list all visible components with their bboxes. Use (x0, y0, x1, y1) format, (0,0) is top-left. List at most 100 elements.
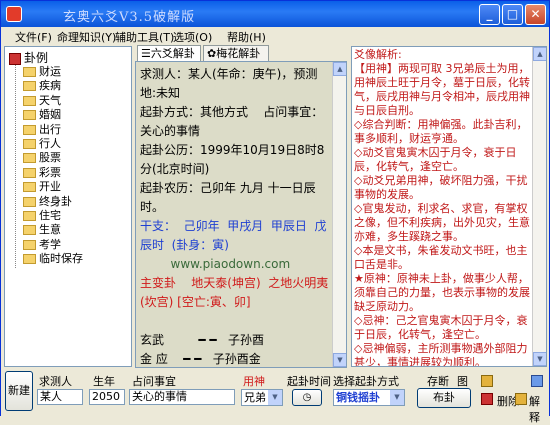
folder-icon (23, 239, 36, 250)
tree-item-label: 彩票 (39, 165, 61, 179)
year-label: 生年 (93, 375, 115, 388)
tree-item-label: 股票 (39, 151, 61, 165)
result-line: 干支： 己卯年 甲戌月 甲辰日 戊辰时 (卦身：寅) (140, 219, 327, 252)
book-icon (9, 52, 21, 65)
tree-root[interactable]: 卦例 (9, 49, 48, 66)
question-input[interactable]: 关心的事情 (129, 389, 235, 405)
explain-icon[interactable] (515, 393, 527, 405)
middle-scrollbar[interactable]: ▲ ▼ (332, 62, 346, 367)
folder-icon (23, 95, 36, 106)
scroll-up-icon[interactable]: ▲ (533, 47, 546, 61)
window-title: 玄奥六爻V3.5破解版 (63, 10, 196, 25)
tree-item[interactable]: 住宅 (23, 209, 61, 223)
yongshen-label: 用神 (243, 375, 265, 388)
tree-item[interactable]: 生意 (23, 223, 61, 237)
result-line: 起卦农历：己卯年 九月 十一日辰时。 (140, 181, 316, 214)
tree-item-label: 天气 (39, 93, 61, 107)
tree-item[interactable]: 财运 (23, 65, 61, 79)
main-window: 玄奥六爻V3.5破解版 _ □ ✕ 文件(F) 命理知识(Y) 辅助工具(T) … (0, 0, 550, 424)
new-button[interactable]: 新建 (5, 371, 33, 411)
result-line: 求测人：某人(年命：庚午)，预测地:未知 (140, 67, 318, 100)
yongshen-value: 兄弟 (244, 391, 266, 404)
tree-item[interactable]: 疾病 (23, 79, 61, 93)
method-label: 选择起卦方式 (333, 375, 399, 388)
folder-icon[interactable] (481, 375, 493, 387)
result-line: 起卦方式：其他方式 占问事宜：关心的事情 (140, 105, 324, 138)
maximize-button[interactable]: □ (502, 4, 523, 25)
analysis-line: ◇忌神偏弱，主所测事物遇外部阻力甚少，事情进展较为顺利。 (354, 342, 528, 367)
tree-item[interactable]: 终身卦 (23, 195, 72, 209)
person-input[interactable]: 某人 (37, 389, 83, 405)
pin-icon[interactable] (531, 375, 543, 387)
explain-label[interactable]: 解释 (529, 393, 549, 425)
menu-bar: 文件(F) 命理知识(Y) 辅助工具(T) 选项(O) 帮助(H) (1, 27, 549, 45)
scroll-down-icon[interactable]: ▼ (333, 353, 346, 367)
analysis-line: ◇本是文书，朱雀发动文书旺，也主口舌是非。 (354, 244, 528, 271)
case-tree: 卦例 财运 疾病 天气 婚姻 出行 行人 股票 彩票 开业 终身卦 住宅 生意 考学 临时保存 (4, 46, 132, 367)
right-scrollbar[interactable]: ▲ ▼ (532, 47, 546, 366)
tab-liuyao-label: 六爻解卦 (150, 47, 195, 60)
menu-help[interactable]: 帮助(H) (227, 29, 266, 45)
tree-item[interactable]: 考学 (23, 238, 61, 252)
tree-item[interactable]: 婚姻 (23, 108, 61, 122)
analysis-line: ◇动爻兄弟用神，破坏阻力强，干扰事物的发展。 (354, 174, 528, 201)
tree-item-label: 终身卦 (39, 194, 72, 208)
tree-item-label: 开业 (39, 180, 61, 194)
analysis-line: ★原神：原神未上卦，做事少人帮，须靠自己的力量，也表示事物的发展缺乏原动力。 (354, 272, 530, 313)
scroll-up-icon[interactable]: ▲ (333, 62, 346, 76)
tree-item[interactable]: 开业 (23, 180, 61, 194)
folder-icon (23, 196, 36, 207)
analysis-line: ◇动爻官鬼寅木囚于月令，衰于日辰，化转气，逢空亡。 (354, 146, 517, 173)
cast-button[interactable]: 布卦 (417, 388, 471, 408)
tree-root-label: 卦例 (24, 51, 49, 65)
scroll-down-icon[interactable]: ▼ (533, 352, 546, 366)
app-icon (6, 6, 22, 22)
result-line (140, 312, 330, 331)
menu-knowledge[interactable]: 命理知识(Y) (57, 29, 116, 45)
tree-item[interactable]: 彩票 (23, 166, 61, 180)
tree-item[interactable]: 天气 (23, 94, 61, 108)
person-label: 求测人 (39, 375, 72, 388)
chevron-down-icon: ▼ (390, 390, 404, 405)
clock-icon: ◷ (302, 392, 312, 403)
folder-icon (23, 167, 36, 178)
delete-icon[interactable] (481, 393, 493, 405)
title-bar: 玄奥六爻V3.5破解版 _ □ ✕ (1, 1, 549, 27)
tree-item-label: 疾病 (39, 79, 61, 93)
tree-item-label: 出行 (39, 122, 61, 136)
folder-icon (23, 124, 36, 135)
tree-item-label: 财运 (39, 65, 61, 78)
folder-icon (23, 67, 36, 77)
result-line: 金 应 ━ ━ 子孙酉金 (140, 352, 261, 366)
tree-item[interactable]: 股票 (23, 151, 61, 165)
folder-icon (23, 110, 36, 121)
chart-label[interactable]: 图 (457, 373, 468, 389)
analysis-line: 爻像解析: (354, 48, 402, 61)
folder-icon (23, 182, 36, 193)
menu-tools[interactable]: 辅助工具(T) (115, 29, 174, 45)
analysis-line: ◇综合判断：用神偏强。此卦吉利，事多顺利，财运亨通。 (354, 118, 528, 145)
result-line: 起卦公历：1999年10月19日8时8分(北京时间) (140, 143, 325, 176)
tree-item[interactable]: 行人 (23, 137, 61, 151)
analysis-line: ◇忌神：己之官鬼寅木囚于月令，衰于日辰，化转气，逢空亡。 (354, 314, 528, 341)
tree-item[interactable]: 临时保存 (23, 252, 83, 266)
method-select[interactable]: 铜钱摇卦 ▼ (333, 389, 405, 406)
yongshen-select[interactable]: 兄弟 ▼ (241, 389, 283, 406)
tree-item-label: 住宅 (39, 209, 61, 222)
folder-icon (23, 153, 36, 164)
menu-file[interactable]: 文件(F) (15, 29, 52, 45)
result-line: www.piaodown.com (140, 257, 291, 271)
menu-options[interactable]: 选项(O) (173, 29, 212, 45)
time-button[interactable]: ◷ (292, 389, 322, 406)
save-label[interactable]: 存断 (427, 373, 449, 389)
tree-item[interactable]: 出行 (23, 123, 61, 137)
close-button[interactable]: ✕ (525, 4, 546, 25)
minimize-button[interactable]: _ (479, 4, 500, 25)
folder-icon (23, 81, 36, 92)
divination-result-panel: 求测人：某人(年命：庚午)，预测地:未知 起卦方式：其他方式 占问事宜：关心的事情… (135, 61, 347, 368)
time-label: 起卦时间 (287, 375, 331, 388)
folder-icon (23, 225, 36, 236)
tree-item-label: 婚姻 (39, 108, 61, 122)
method-value: 铜钱摇卦 (336, 391, 380, 404)
year-input[interactable]: 2050 (89, 389, 125, 405)
